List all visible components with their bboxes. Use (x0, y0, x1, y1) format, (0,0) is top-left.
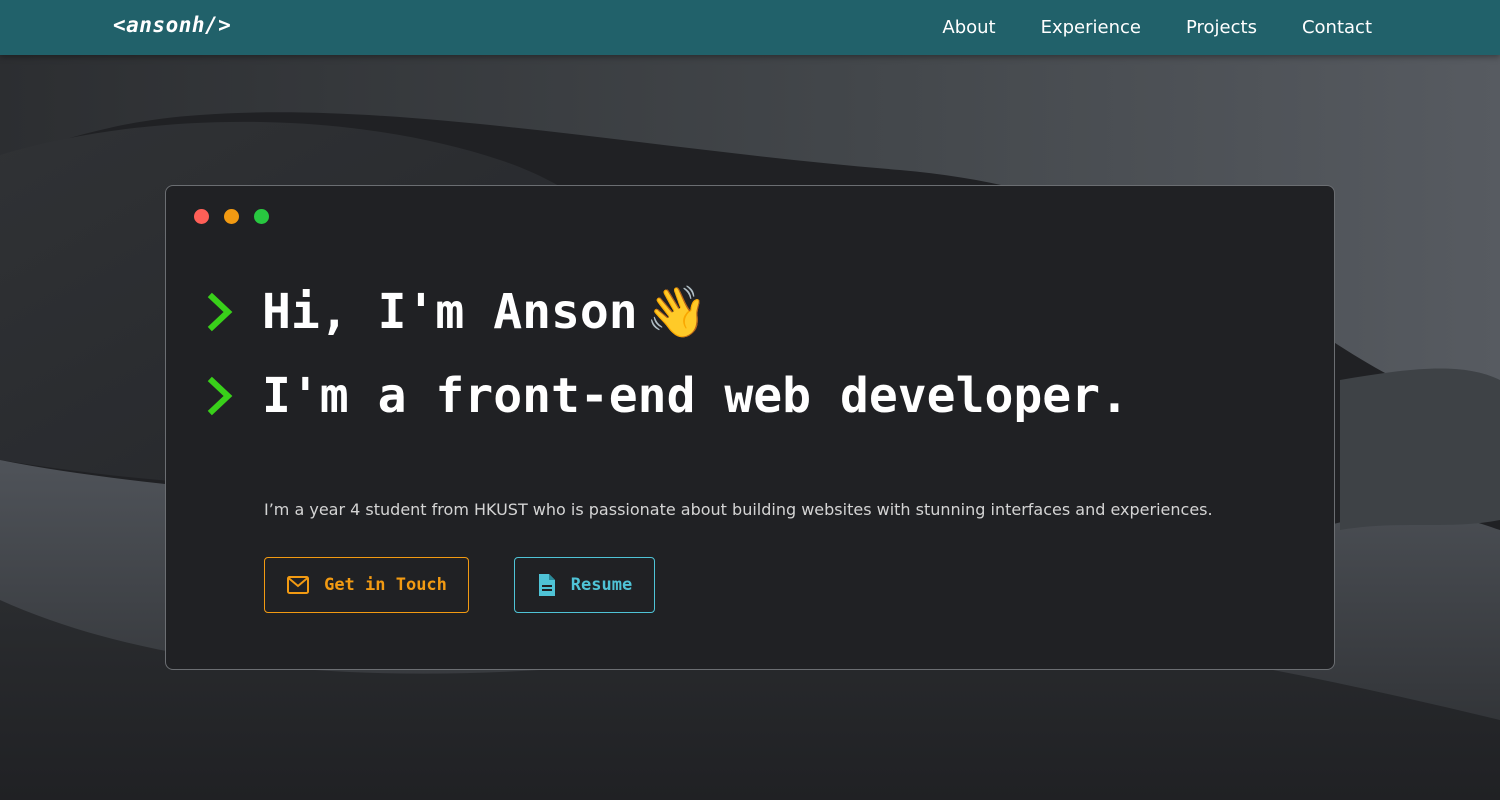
chevron-right-icon (207, 292, 233, 332)
greeting-text: Hi, I'm Anson (262, 284, 638, 340)
close-dot (194, 209, 209, 224)
nav-link-experience[interactable]: Experience (1041, 17, 1141, 38)
bio-text: I’m a year 4 student from HKUST who is p… (264, 500, 1213, 519)
get-in-touch-label: Get in Touch (324, 575, 447, 595)
tagline-text: I'm a front-end web developer. (262, 368, 1129, 424)
window-controls (194, 209, 269, 224)
chevron-right-icon (207, 376, 233, 416)
document-icon (538, 574, 555, 596)
site-logo[interactable]: <ansonh/> (113, 13, 231, 37)
minimize-dot (224, 209, 239, 224)
tagline-line: I'm a front-end web developer. (206, 368, 1129, 424)
get-in-touch-button[interactable]: Get in Touch (264, 557, 469, 613)
nav-link-about[interactable]: About (942, 17, 995, 38)
terminal-window: Hi, I'm Anson 👋 I'm a front-end web deve… (165, 185, 1335, 670)
waving-hand-icon: 👋 (645, 283, 708, 341)
navbar: <ansonh/> About Experience Projects Cont… (0, 0, 1500, 55)
nav-link-contact[interactable]: Contact (1302, 17, 1372, 38)
greeting-line: Hi, I'm Anson 👋 (206, 284, 708, 340)
maximize-dot (254, 209, 269, 224)
resume-label: Resume (570, 575, 633, 595)
resume-button[interactable]: Resume (514, 557, 655, 613)
nav-links: About Experience Projects Contact (942, 0, 1372, 55)
nav-link-projects[interactable]: Projects (1186, 17, 1257, 38)
mail-icon (287, 576, 310, 594)
